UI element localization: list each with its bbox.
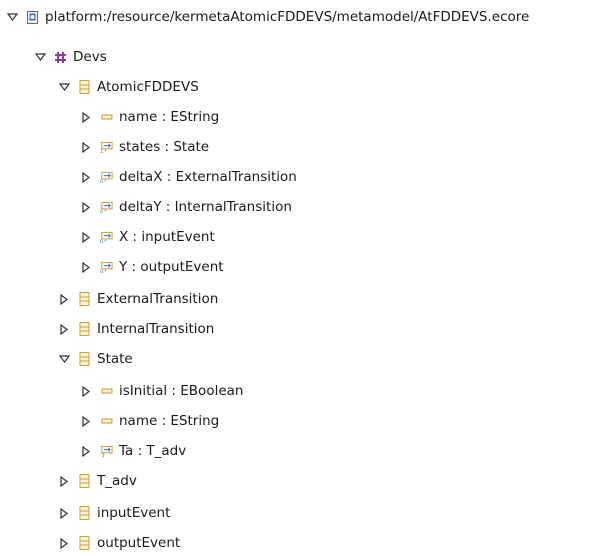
svg-text:0.*: 0.* bbox=[100, 179, 107, 184]
tree-node-class-internaltransition[interactable]: InternalTransition bbox=[58, 318, 214, 340]
collapsed-triangle-icon[interactable] bbox=[80, 231, 92, 243]
eattribute-icon bbox=[100, 385, 113, 398]
svg-text:0.*: 0.* bbox=[100, 239, 107, 244]
collapsed-triangle-icon[interactable] bbox=[80, 261, 92, 273]
tree-node-label: Devs bbox=[73, 49, 107, 65]
tree-node-class-state[interactable]: State bbox=[58, 348, 133, 370]
collapsed-triangle-icon[interactable] bbox=[80, 141, 92, 153]
expanded-triangle-icon[interactable] bbox=[34, 51, 46, 63]
collapsed-triangle-icon[interactable] bbox=[58, 507, 70, 519]
eclass-icon bbox=[78, 506, 91, 520]
collapsed-triangle-icon[interactable] bbox=[58, 323, 70, 335]
epackage-icon bbox=[54, 51, 67, 64]
tree-node-label: ExternalTransition bbox=[97, 291, 219, 307]
eattribute-icon bbox=[100, 111, 113, 124]
tree-node-label: states : State bbox=[119, 139, 210, 155]
tree-node-label: deltaX : ExternalTransition bbox=[119, 169, 297, 185]
tree-node-class-inputevent[interactable]: inputEvent bbox=[58, 502, 170, 524]
ereference-containment-many-icon: 1.* bbox=[100, 141, 113, 154]
tree-node-label: name : EString bbox=[119, 109, 220, 125]
collapsed-triangle-icon[interactable] bbox=[80, 445, 92, 457]
eclass-icon bbox=[78, 322, 91, 336]
expanded-triangle-icon[interactable] bbox=[58, 81, 70, 93]
tree-node-label: isInitial : EBoolean bbox=[119, 383, 244, 399]
collapsed-triangle-icon[interactable] bbox=[80, 415, 92, 427]
ereference-single-icon: 1 bbox=[100, 445, 113, 458]
ecore-resource-icon bbox=[26, 10, 39, 24]
tree-node-label: deltaY : InternalTransition bbox=[119, 199, 292, 215]
svg-text:1.*: 1.* bbox=[100, 149, 107, 154]
tree-node-reference-deltax[interactable]: 0.* deltaX : ExternalTransition bbox=[80, 166, 297, 188]
tree-node-attribute-name[interactable]: name : EString bbox=[80, 410, 219, 432]
tree-node-label: outputEvent bbox=[97, 535, 181, 551]
eclass-icon bbox=[78, 292, 91, 306]
tree-node-root-resource[interactable]: platform:/resource/kermetaAtomicFDDEVS/m… bbox=[6, 6, 529, 28]
tree-node-label: State bbox=[97, 351, 133, 367]
tree-node-label: name : EString bbox=[119, 413, 220, 429]
svg-text:1: 1 bbox=[102, 453, 105, 458]
collapsed-triangle-icon[interactable] bbox=[58, 475, 70, 487]
collapsed-triangle-icon[interactable] bbox=[80, 385, 92, 397]
ereference-containment-icon: 0.* bbox=[100, 201, 113, 214]
tree-node-reference-deltay[interactable]: 0.* deltaY : InternalTransition bbox=[80, 196, 292, 218]
ereference-containment-icon: 0.* bbox=[100, 171, 113, 184]
ereference-containment-icon: 0.* bbox=[100, 261, 113, 274]
tree-node-class-outputevent[interactable]: outputEvent bbox=[58, 532, 180, 554]
tree-node-class-tadv[interactable]: T_adv bbox=[58, 470, 137, 492]
tree-node-label: X : inputEvent bbox=[119, 229, 215, 245]
tree-node-reference-y[interactable]: 0.* Y : outputEvent bbox=[80, 256, 224, 278]
collapsed-triangle-icon[interactable] bbox=[58, 537, 70, 549]
tree-node-class-externaltransition[interactable]: ExternalTransition bbox=[58, 288, 218, 310]
tree-node-package-devs[interactable]: Devs bbox=[34, 46, 107, 68]
eclass-icon bbox=[78, 352, 91, 366]
tree-node-label: Y : outputEvent bbox=[119, 259, 224, 275]
expanded-triangle-icon[interactable] bbox=[6, 11, 18, 23]
tree-node-reference-x[interactable]: 0.* X : inputEvent bbox=[80, 226, 215, 248]
tree-node-reference-states[interactable]: 1.* states : State bbox=[80, 136, 209, 158]
svg-text:0.*: 0.* bbox=[100, 269, 107, 274]
collapsed-triangle-icon[interactable] bbox=[58, 293, 70, 305]
eattribute-icon bbox=[100, 415, 113, 428]
tree-node-label: InternalTransition bbox=[97, 321, 215, 337]
eclass-icon bbox=[78, 80, 91, 94]
tree-node-label: T_adv bbox=[97, 473, 137, 489]
tree-node-class-atomicfddevs[interactable]: AtomicFDDEVS bbox=[58, 76, 199, 98]
ecore-tree-view: platform:/resource/kermetaAtomicFDDEVS/m… bbox=[0, 0, 602, 556]
collapsed-triangle-icon[interactable] bbox=[80, 111, 92, 123]
tree-node-attribute-name[interactable]: name : EString bbox=[80, 106, 219, 128]
collapsed-triangle-icon[interactable] bbox=[80, 171, 92, 183]
svg-text:0.*: 0.* bbox=[100, 209, 107, 214]
eclass-icon bbox=[78, 474, 91, 488]
collapsed-triangle-icon[interactable] bbox=[80, 201, 92, 213]
tree-node-label: Ta : T_adv bbox=[119, 443, 187, 459]
ereference-containment-icon: 0.* bbox=[100, 231, 113, 244]
tree-node-reference-ta[interactable]: 1 Ta : T_adv bbox=[80, 440, 186, 462]
tree-node-label: platform:/resource/kermetaAtomicFDDEVS/m… bbox=[45, 9, 530, 25]
tree-node-label: inputEvent bbox=[97, 505, 171, 521]
expanded-triangle-icon[interactable] bbox=[58, 353, 70, 365]
eclass-icon bbox=[78, 536, 91, 550]
tree-node-label: AtomicFDDEVS bbox=[97, 79, 199, 95]
tree-node-attribute-isinitial[interactable]: isInitial : EBoolean bbox=[80, 380, 243, 402]
